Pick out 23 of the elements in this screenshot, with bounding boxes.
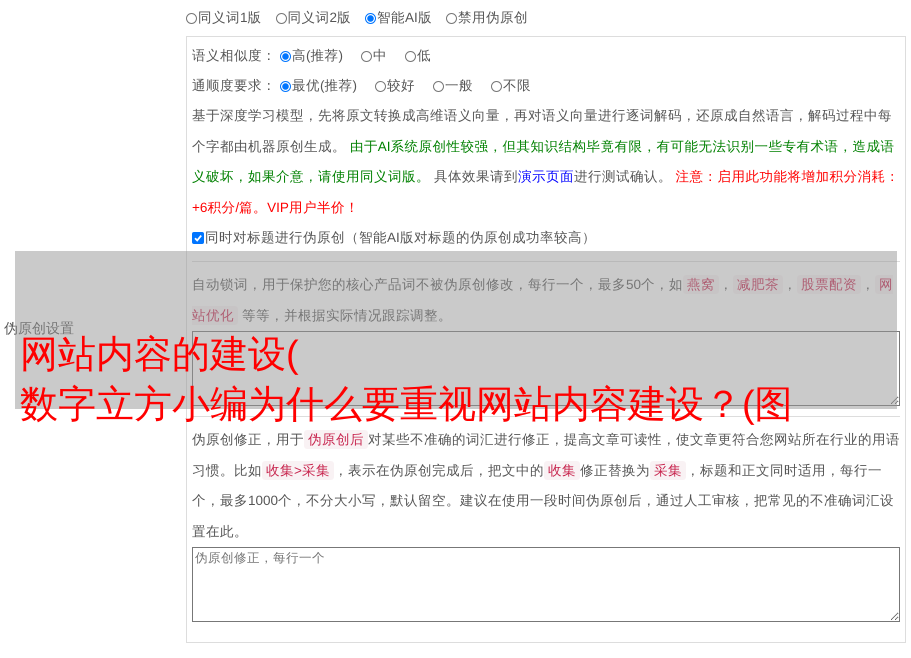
overlay-title: 网站内容的建设( [20,334,299,378]
checkmark-icon [193,233,203,243]
similarity-radio[interactable]: 高(推荐) [280,47,343,65]
fluency-label: 通顺度要求： [192,77,276,95]
corrections-field[interactable]: 伪原创修正，每行一个 [192,547,900,622]
mode-radio[interactable]: 智能AI版 [365,9,432,27]
similarity-label: 语义相似度： [192,47,276,65]
fluency-radio[interactable]: 较好 [375,77,415,95]
mode-radio[interactable]: 同义词1版 [186,9,262,27]
fluency-radio[interactable]: 一般 [433,77,473,95]
similarity-radio[interactable]: 中 [361,47,387,65]
title-checkbox[interactable]: 同时对标题进行伪原创（智能AI版对标题的伪原创成功率较高） [192,223,900,253]
overlay-title: 数字立方小编为什么要重视网站内容建设？(图 [20,383,793,428]
ai-description-text: 基于深度学习模型，先将原文转换成高维语义向量，再对语义向量进行逐词解码，还原成自然语言，解码过程中每个字都由机器原创生成。 由于AI系统原创性较强，但其知识结构毕竟有限，有可能无法识别一些专有术语，造成语义破坏，如果介意，请使用同义词版。 具体效果请到演示页面进行测试确认。 注意：启用此功能将增加积分消耗：+6积分/篇。VIP用户半价！ [192,107,900,216]
lock-words-description: 自动锁词，用于保护您的核心产品词不被伪原创修改，每行一个，最多50个，如 燕窝 ， 减肥茶 ， 股票配资 ， 网站优化 等等，并根据实际情况跟踪调整。 [192,274,894,326]
mode-radio[interactable]: 禁用伪原创 [446,9,528,27]
fluency-radio[interactable]: 不限 [491,77,531,95]
fluency-radio[interactable]: 最优(推荐) [280,77,357,95]
settings-label: 伪原创设置 [4,320,74,336]
corrections-description: 伪原创修正，用于 伪原创后 对某些不准确的词汇进行修正，提高文章可读性，使文章更符合您网站所在行业的用语习惯。比如 收集>采集 ，表示在伪原创完成后，把文中的 收集 修正替换为 采集 ，标题和正文同时适用，每行一个，最多1000个，不分大小写，默认留空。建议在使用一段时间伪原创后，通过人工审核，把常见的不准确词汇设置在此。 [192,429,900,540]
similarity-radio[interactable]: 低 [405,47,431,65]
mode-radio[interactable]: 同义词2版 [276,9,352,27]
demo-link[interactable]: 演示页面 [518,169,574,184]
